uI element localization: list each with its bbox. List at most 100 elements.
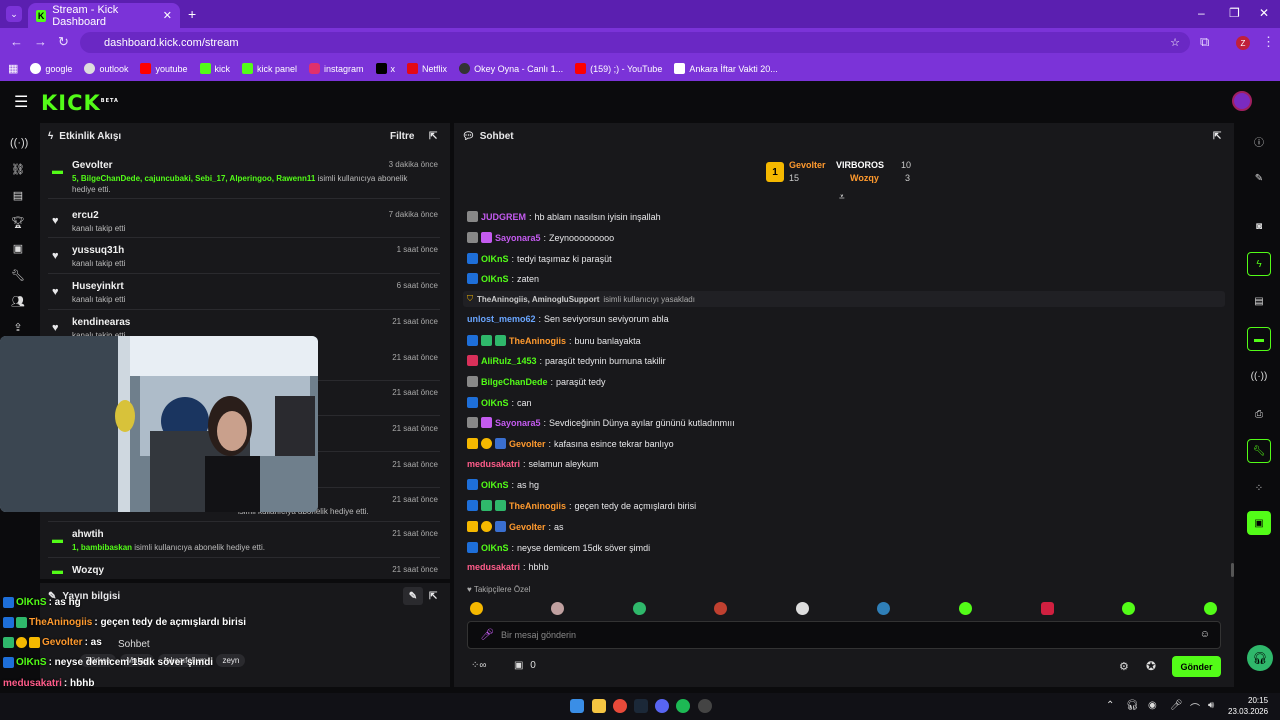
chat-message[interactable]: OlKnS: can: [467, 397, 532, 408]
spotify-icon[interactable]: [676, 699, 690, 713]
game-icon[interactable]: ▣: [1247, 511, 1271, 535]
popout-icon[interactable]: ⇱: [429, 131, 437, 142]
chat-username[interactable]: Gevolter: [509, 439, 546, 449]
bookmark-kick[interactable]: kick: [199, 63, 230, 74]
emoji-icon[interactable]: ☺: [1200, 629, 1210, 640]
menu-dots-icon[interactable]: ⋮: [1262, 34, 1275, 50]
bookmark-google[interactable]: google: [30, 63, 72, 74]
list-item[interactable]: ▬ Gevolter 5, BilgeChanDede, cajuncubaki…: [48, 157, 438, 194]
back-icon[interactable]: ←: [10, 34, 23, 49]
chat-message[interactable]: BilgeChanDede: paraşüt tedy: [467, 376, 606, 387]
bookmark-kick-panel[interactable]: kick panel: [242, 63, 297, 74]
pencil-icon[interactable]: ✎: [1247, 166, 1271, 190]
volume-icon[interactable]: 🔊︎: [1208, 700, 1214, 711]
collapse-leaderboard-icon[interactable]: ⩡: [839, 192, 845, 203]
chat-username[interactable]: TheAninogiis: [509, 336, 566, 346]
analytics-icon[interactable]: ▤: [10, 189, 26, 205]
chat-username[interactable]: unlost_memo62: [467, 314, 536, 324]
chat-username[interactable]: medusakatri: [467, 459, 520, 469]
emote-icon[interactable]: [796, 602, 809, 615]
list-item[interactable]: ▬ ahwtih 1, bambibaskan isimli kullanıcı…: [48, 526, 438, 554]
help-icon[interactable]: 🎧︎: [1247, 645, 1273, 671]
clipboard-icon[interactable]: ▤: [1247, 289, 1271, 313]
wrench-icon[interactable]: 🔧︎: [10, 269, 26, 285]
emote-icon[interactable]: [959, 602, 972, 615]
close-window-icon[interactable]: ✕: [1259, 6, 1269, 20]
extensions-icon[interactable]: ⧉: [1200, 34, 1209, 50]
bookmark-ankara[interactable]: Ankara İftar Vakti 20...: [674, 63, 778, 74]
clock[interactable]: 20:15 23.03.2026: [1228, 695, 1268, 717]
tray-arrow-icon[interactable]: ⌃: [1106, 700, 1114, 711]
chat-message[interactable]: medusakatri: hbhb: [467, 562, 549, 572]
apps-grid-icon[interactable]: ▦: [8, 62, 18, 75]
chat-username[interactable]: Gevolter: [509, 522, 546, 532]
bookmark-x[interactable]: x: [375, 63, 395, 74]
info-icon[interactable]: ⓘ: [1247, 129, 1271, 153]
bot-icon[interactable]: ✪: [1146, 659, 1156, 673]
reload-icon[interactable]: ↻: [58, 34, 69, 50]
chat-message[interactable]: OlKnS: neyse demicem 15dk söver şimdi: [467, 542, 650, 553]
settings-icon[interactable]: ⚙: [1119, 660, 1129, 673]
wrench-icon[interactable]: 🔧︎: [1247, 439, 1271, 463]
points-display[interactable]: ▣ 0: [514, 660, 536, 671]
chat-username[interactable]: JUDGREM: [481, 212, 526, 222]
headset-icon[interactable]: 🎧︎: [1126, 700, 1139, 711]
trophy-icon[interactable]: 🏆︎: [10, 216, 26, 232]
steam-icon[interactable]: [634, 699, 648, 713]
chat-username[interactable]: OlKnS: [481, 398, 509, 408]
emote-icon[interactable]: [1122, 602, 1135, 615]
bookmark-netflix[interactable]: Netflix: [407, 63, 447, 74]
mic-icon[interactable]: 🎤︎: [480, 628, 494, 641]
minimize-icon[interactable]: –: [1198, 6, 1205, 20]
chat-username[interactable]: Sayonara5: [495, 418, 541, 428]
list-item[interactable]: ♥ Huseyinkrt kanalı takip etti 6 saat ön…: [48, 278, 438, 306]
group-icon[interactable]: ⁘: [1247, 476, 1271, 500]
send-button[interactable]: Gönder: [1172, 656, 1221, 677]
chat-username[interactable]: BilgeChanDede: [481, 377, 548, 387]
chat-icon[interactable]: ▬: [1247, 327, 1271, 351]
new-tab-icon[interactable]: +: [188, 6, 196, 22]
avatar[interactable]: [1232, 91, 1252, 111]
link-icon[interactable]: ⛓: [10, 163, 26, 179]
chat-username[interactable]: Sayonara5: [495, 233, 541, 243]
emote-icon[interactable]: [1041, 602, 1054, 615]
list-item[interactable]: ♥ yussuq31h kanalı takip etti 1 saat önc…: [48, 242, 438, 270]
emote-icon[interactable]: [470, 602, 483, 615]
network-icon[interactable]: ⌒: [1190, 700, 1200, 715]
menu-icon[interactable]: ☰: [14, 92, 28, 112]
popout-icon[interactable]: ⇱: [429, 591, 437, 602]
broadcast-icon[interactable]: ((·)): [1247, 364, 1271, 388]
discord-icon[interactable]: [655, 699, 669, 713]
bookmark-outlook[interactable]: outlook: [84, 63, 128, 74]
chat-message[interactable]: OlKnS: tedyi taşımaz ki paraşüt: [467, 253, 612, 264]
profile-avatar[interactable]: Z: [1236, 36, 1250, 50]
emote-icon[interactable]: [633, 602, 646, 615]
chat-message[interactable]: AliRulz_1453: paraşüt tedynin burnuna tak…: [467, 355, 666, 366]
chat-message[interactable]: Sayonara5: Sevdiceğinin Dünya ayılar günü…: [467, 417, 735, 428]
chat-message[interactable]: unlost_memo62: Sen seviyorsun seviyorum a…: [467, 314, 669, 324]
chat-username[interactable]: AliRulz_1453: [481, 356, 537, 366]
channel-points-icon[interactable]: ⁘∞: [471, 660, 487, 671]
video-icon[interactable]: ▣: [10, 242, 26, 258]
bookmark-okey[interactable]: Okey Oyna - Canlı 1...: [459, 63, 563, 74]
emote-icon[interactable]: [877, 602, 890, 615]
forward-icon[interactable]: →: [34, 34, 47, 49]
edit-icon[interactable]: ✎: [403, 587, 423, 605]
browser-tab[interactable]: K Stream - Kick Dashboard ✕: [28, 3, 180, 28]
popout-icon[interactable]: ⇱: [1213, 131, 1221, 142]
list-item[interactable]: ▬ Wozqy 21 saat önce: [48, 562, 438, 578]
chat-message[interactable]: TheAninogiis: bunu banlayakta: [467, 335, 641, 346]
chat-message[interactable]: Gevolter: as: [467, 521, 564, 532]
kick-logo[interactable]: KICKBETA: [41, 91, 119, 115]
bookmark-star-icon[interactable]: ☆: [1170, 36, 1180, 49]
chat-username[interactable]: OlKnS: [481, 274, 509, 284]
tag[interactable]: zeyn: [216, 654, 246, 667]
bookmark-instagram[interactable]: instagram: [309, 63, 364, 74]
bookmark-youtube-2[interactable]: (159) ;) - YouTube: [575, 63, 662, 74]
chat-message[interactable]: OlKnS: zaten: [467, 273, 539, 284]
chrome-icon[interactable]: [613, 699, 627, 713]
url-input[interactable]: dashboard.kick.com/stream ☆: [80, 32, 1190, 53]
chat-input[interactable]: 🎤︎ Bir mesaj gönderin ☺: [467, 621, 1221, 649]
screenshot-icon[interactable]: ◙: [1247, 214, 1271, 238]
upload-icon[interactable]: ⇪: [10, 321, 26, 337]
